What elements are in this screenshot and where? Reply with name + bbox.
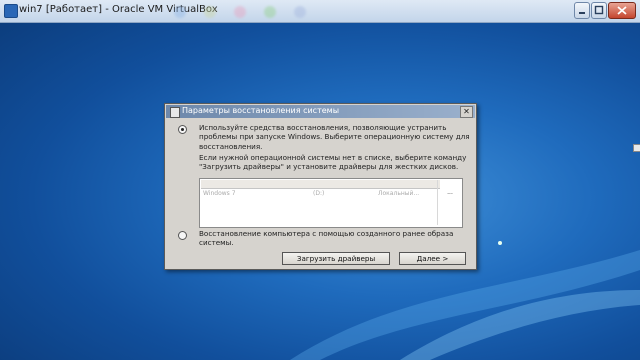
next-button[interactable]: Далее > [399, 252, 466, 265]
os-location: Локальный... [378, 190, 420, 197]
list-browse-button[interactable]: ... [440, 189, 460, 198]
desktop-recycle-bin-icon[interactable] [633, 144, 640, 152]
radio-restore-from-image[interactable] [178, 231, 187, 240]
maximize-button[interactable] [591, 2, 607, 19]
minimize-icon [579, 12, 585, 14]
dialog-titlebar[interactable]: Параметры восстановления системы ✕ [166, 105, 475, 118]
dialog-window-icon [170, 107, 180, 118]
option-restore-image-label: Восстановление компьютера с помощью созд… [199, 229, 454, 248]
option-recovery-tools-label: Используйте средства восстановления, поз… [199, 123, 470, 151]
list-header [201, 180, 440, 189]
os-name: Windows 7 [203, 190, 236, 197]
close-button[interactable] [608, 2, 636, 19]
os-drive: (D:) [313, 190, 325, 197]
blurred-toolbar-icons [174, 6, 306, 18]
list-scrollbar-separator [437, 180, 438, 225]
radio-use-recovery-tools[interactable] [178, 125, 187, 134]
system-recovery-options-dialog: Параметры восстановления системы ✕ Испол… [164, 103, 477, 270]
virtualbox-icon [4, 4, 18, 18]
maximize-icon [594, 5, 604, 15]
operating-system-list[interactable]: Windows 7 (D:) Локальный... ... [199, 178, 463, 228]
dialog-title: Параметры восстановления системы [182, 106, 340, 115]
list-item[interactable]: Windows 7 (D:) Локальный... [203, 190, 433, 198]
dialog-close-button[interactable]: ✕ [460, 106, 473, 118]
minimize-button[interactable] [574, 2, 590, 19]
load-drivers-hint: Если нужной операционной системы нет в с… [199, 153, 467, 172]
close-icon [617, 6, 627, 15]
load-drivers-button[interactable]: Загрузить драйверы [282, 252, 390, 265]
